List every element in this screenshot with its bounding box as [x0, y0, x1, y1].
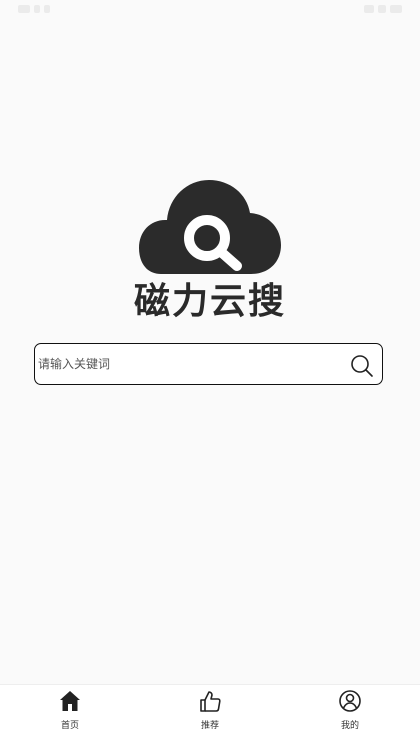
bottom-nav: 首页 推荐 我的	[0, 684, 420, 735]
home-icon	[60, 691, 80, 711]
search-input[interactable]	[38, 344, 338, 384]
nav-item-home[interactable]: 首页	[40, 689, 100, 733]
nav-label-home: 首页	[60, 721, 79, 731]
search-box[interactable]	[34, 343, 383, 385]
nav-item-mine[interactable]: 我的	[320, 689, 380, 733]
status-bar-left	[18, 5, 64, 13]
user-icon	[339, 690, 361, 712]
nav-label-mine: 我的	[340, 721, 359, 731]
nav-label-recommend: 推荐	[200, 721, 219, 731]
status-bar-right	[358, 5, 402, 13]
nav-item-recommend[interactable]: 推荐	[180, 689, 240, 733]
cloud-search-logo-icon	[139, 180, 281, 274]
search-icon[interactable]	[350, 354, 374, 378]
thumbs-up-icon	[200, 691, 221, 712]
app-title: 磁力云搜	[133, 281, 286, 322]
status-bar	[0, 0, 420, 18]
